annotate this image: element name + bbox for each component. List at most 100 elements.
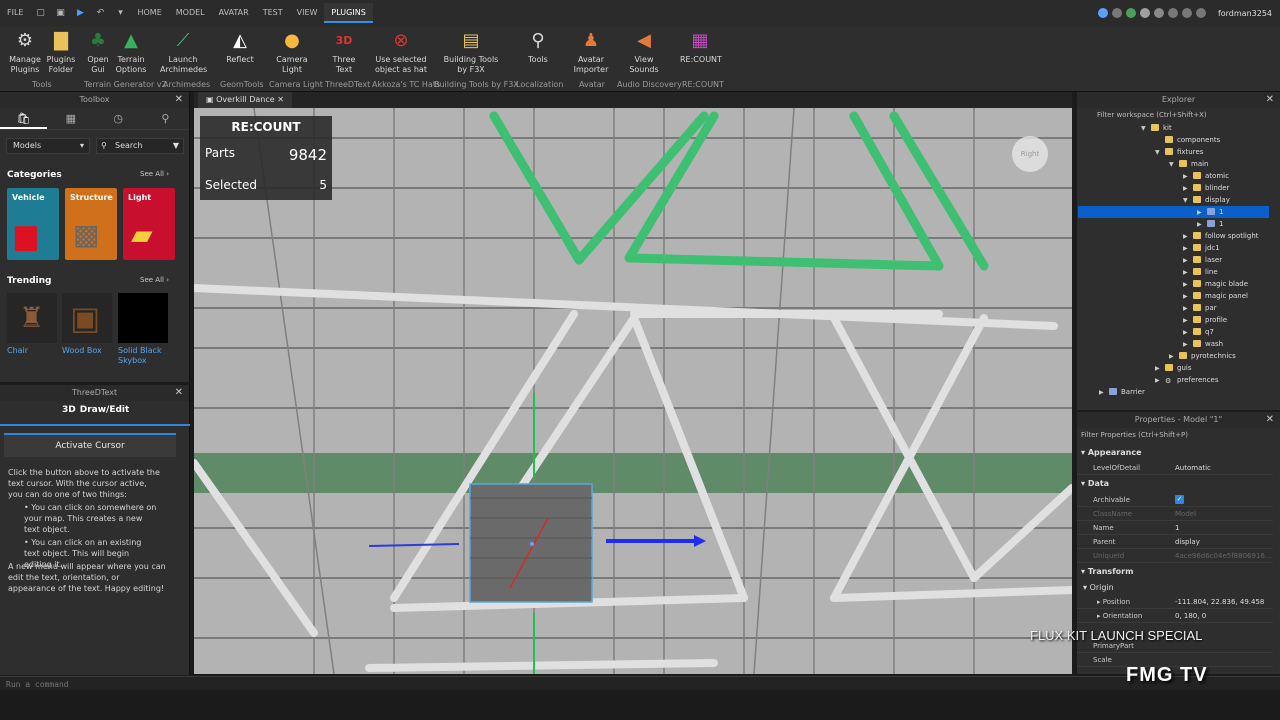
category-structure[interactable]: Structure ▩	[65, 188, 117, 260]
tab-model[interactable]: MODEL	[169, 3, 212, 23]
section-data[interactable]: ▾ Data	[1081, 479, 1109, 488]
tree-item[interactable]: ▶ profile	[1183, 314, 1227, 326]
tree-item[interactable]: components	[1155, 134, 1220, 146]
tab-marketplace[interactable]: 🛍	[0, 108, 48, 129]
prop-archivable[interactable]: Archivable ✓	[1077, 493, 1273, 507]
activate-cursor-button[interactable]: Activate Cursor	[4, 433, 176, 457]
plugins-folder-button[interactable]: ▇ Plugins Folder	[44, 30, 78, 75]
tree-item[interactable]: ▶ blinder	[1183, 182, 1229, 194]
avatar-importer-button[interactable]: ♟ Avatar Importer	[568, 30, 614, 75]
notification-icon[interactable]	[1097, 8, 1108, 18]
new-file-icon[interactable]: ▢	[33, 6, 47, 20]
camera-light-button[interactable]: ● Camera Light	[270, 30, 314, 75]
tree-item[interactable]: ▶ atomic	[1183, 170, 1229, 182]
open-gui-button[interactable]: ♣ Open Gui	[83, 30, 113, 75]
tab-avatar[interactable]: AVATAR	[212, 3, 256, 23]
see-all-trending[interactable]: See All ›	[140, 276, 169, 284]
use-as-hat-button[interactable]: ⊗ Use selected object as hat	[372, 30, 430, 75]
search-input[interactable]: ⚲ Search ▼	[96, 138, 184, 154]
collaborator-avatar[interactable]	[1139, 8, 1150, 18]
tab-inventory[interactable]: ▦	[47, 108, 94, 129]
trending-label-wood-box[interactable]: Wood Box	[62, 346, 102, 356]
tree-item[interactable]: ▶ 1	[1197, 218, 1223, 230]
close-icon[interactable]: ✕	[277, 95, 284, 104]
tree-item[interactable]: ▶ magic blade	[1183, 278, 1248, 290]
tree-item[interactable]: ▶ q7	[1183, 326, 1214, 338]
prop-parent[interactable]: Parent display	[1077, 535, 1273, 549]
command-input[interactable]	[6, 678, 406, 690]
chevron-down-icon[interactable]: ▼	[1155, 147, 1165, 159]
tree-item[interactable]: ▶ wash	[1183, 338, 1223, 350]
file-menu[interactable]: FILE	[0, 3, 30, 23]
tree-item[interactable]: ▶ 1	[1197, 206, 1223, 218]
undo-icon[interactable]: ↶	[93, 6, 107, 20]
tab-plugins[interactable]: PLUGINS	[324, 3, 373, 23]
archivable-checkbox[interactable]: ✓	[1175, 495, 1184, 504]
close-icon[interactable]: ✕	[175, 385, 183, 401]
tools-button[interactable]: ⚲ Tools	[520, 30, 556, 65]
tab-recent[interactable]: ◷	[95, 108, 142, 129]
settings-icon[interactable]	[1181, 8, 1192, 18]
tab-test[interactable]: TEST	[256, 3, 290, 23]
trending-label-skybox[interactable]: Solid Black Skybox	[118, 346, 162, 366]
see-all-categories[interactable]: See All ›	[140, 170, 169, 178]
view-selector-cube[interactable]: Right	[1012, 136, 1048, 172]
tree-item[interactable]: ▼ fixtures	[1155, 146, 1203, 158]
prop-name[interactable]: Name 1	[1077, 521, 1273, 535]
chevron-down-icon[interactable]: ▼	[1169, 159, 1179, 171]
tab-overkill-dance[interactable]: ▣ Overkill Dance ✕	[198, 92, 292, 108]
redo-icon[interactable]: ▾	[113, 6, 127, 20]
tree-item[interactable]: ▶ guis	[1155, 362, 1191, 374]
tree-item[interactable]: ▶ line	[1183, 266, 1218, 278]
tree-item[interactable]: ▶ laser	[1183, 254, 1222, 266]
prop-orientation[interactable]: ▸ Orientation 0, 180, 0	[1077, 609, 1273, 623]
launch-archimedes-button[interactable]: ⟋ Launch Archimedes	[160, 30, 207, 75]
section-appearance[interactable]: ▾ Appearance	[1081, 448, 1142, 457]
play-icon[interactable]: ▶	[73, 6, 87, 20]
tree-item[interactable]: ▶ ⚙ preferences	[1155, 374, 1219, 386]
tree-item[interactable]: ▶ jdc1	[1183, 242, 1220, 254]
chevron-right-icon[interactable]: ▶	[1099, 387, 1109, 399]
view-sounds-button[interactable]: ◀ View Sounds	[624, 30, 664, 75]
tree-item[interactable]: ▶ pyrotechnics	[1169, 350, 1236, 362]
trending-item-chair[interactable]: ♜	[7, 293, 57, 343]
tree-item[interactable]: ▼ kit	[1141, 122, 1172, 134]
category-light[interactable]: Light ▰	[123, 188, 175, 260]
tree-item[interactable]: ▶ follow spotlight	[1183, 230, 1259, 242]
section-transform[interactable]: ▾ Transform	[1081, 567, 1133, 576]
trending-item-skybox[interactable]	[118, 293, 168, 343]
collaborator-avatar[interactable]	[1125, 8, 1136, 18]
filter-icon[interactable]: ▼	[173, 139, 179, 153]
prop-levelofdetail[interactable]: LevelOfDetail Automatic	[1077, 461, 1273, 475]
terrain-options-button[interactable]: ▲ Terrain Options	[114, 30, 148, 75]
chevron-right-icon[interactable]: ▶	[1155, 375, 1165, 387]
explorer-filter-input[interactable]: Filter workspace (Ctrl+Shift+X)	[1077, 108, 1280, 122]
tree-item[interactable]: ▶ magic panel	[1183, 290, 1248, 302]
close-icon[interactable]: ✕	[1266, 412, 1274, 428]
reflect-button[interactable]: ◭ Reflect	[220, 30, 260, 65]
share-icon[interactable]	[1111, 8, 1122, 18]
category-vehicle[interactable]: Vehicle ▆	[7, 188, 59, 260]
category-select[interactable]: Models ▾	[6, 138, 90, 154]
tab-view[interactable]: VIEW	[290, 3, 325, 23]
trending-item-wood-box[interactable]: ▣	[62, 293, 112, 343]
tab-creations[interactable]: ⚲	[142, 108, 189, 129]
three-text-button[interactable]: 3D Three Text	[324, 30, 364, 75]
tree-item[interactable]: ▼ main	[1169, 158, 1209, 170]
tree-item[interactable]: ▼ display	[1183, 194, 1230, 206]
tree-item[interactable]: ▶ par	[1183, 302, 1217, 314]
chevron-down-icon[interactable]: ▼	[1141, 123, 1151, 135]
close-icon[interactable]: ✕	[1266, 92, 1274, 108]
help-icon[interactable]	[1167, 8, 1178, 18]
manage-plugins-button[interactable]: ⚙ Manage Plugins	[6, 30, 44, 75]
trending-label-chair[interactable]: Chair	[7, 346, 28, 356]
username[interactable]: fordman3254	[1218, 9, 1272, 18]
tab-home[interactable]: HOME	[130, 3, 168, 23]
tree-item[interactable]: ▶ Barrier	[1099, 386, 1145, 398]
close-icon[interactable]: ✕	[175, 92, 183, 108]
recount-button[interactable]: ▦ RE:COUNT	[680, 30, 722, 65]
section-origin[interactable]: ▾ Origin	[1083, 583, 1114, 592]
3d-viewport[interactable]: Right RE:COUNT Parts 9842 Selected 5	[194, 108, 1072, 674]
avatar[interactable]	[1195, 8, 1206, 18]
collaborator-avatar[interactable]	[1153, 8, 1164, 18]
